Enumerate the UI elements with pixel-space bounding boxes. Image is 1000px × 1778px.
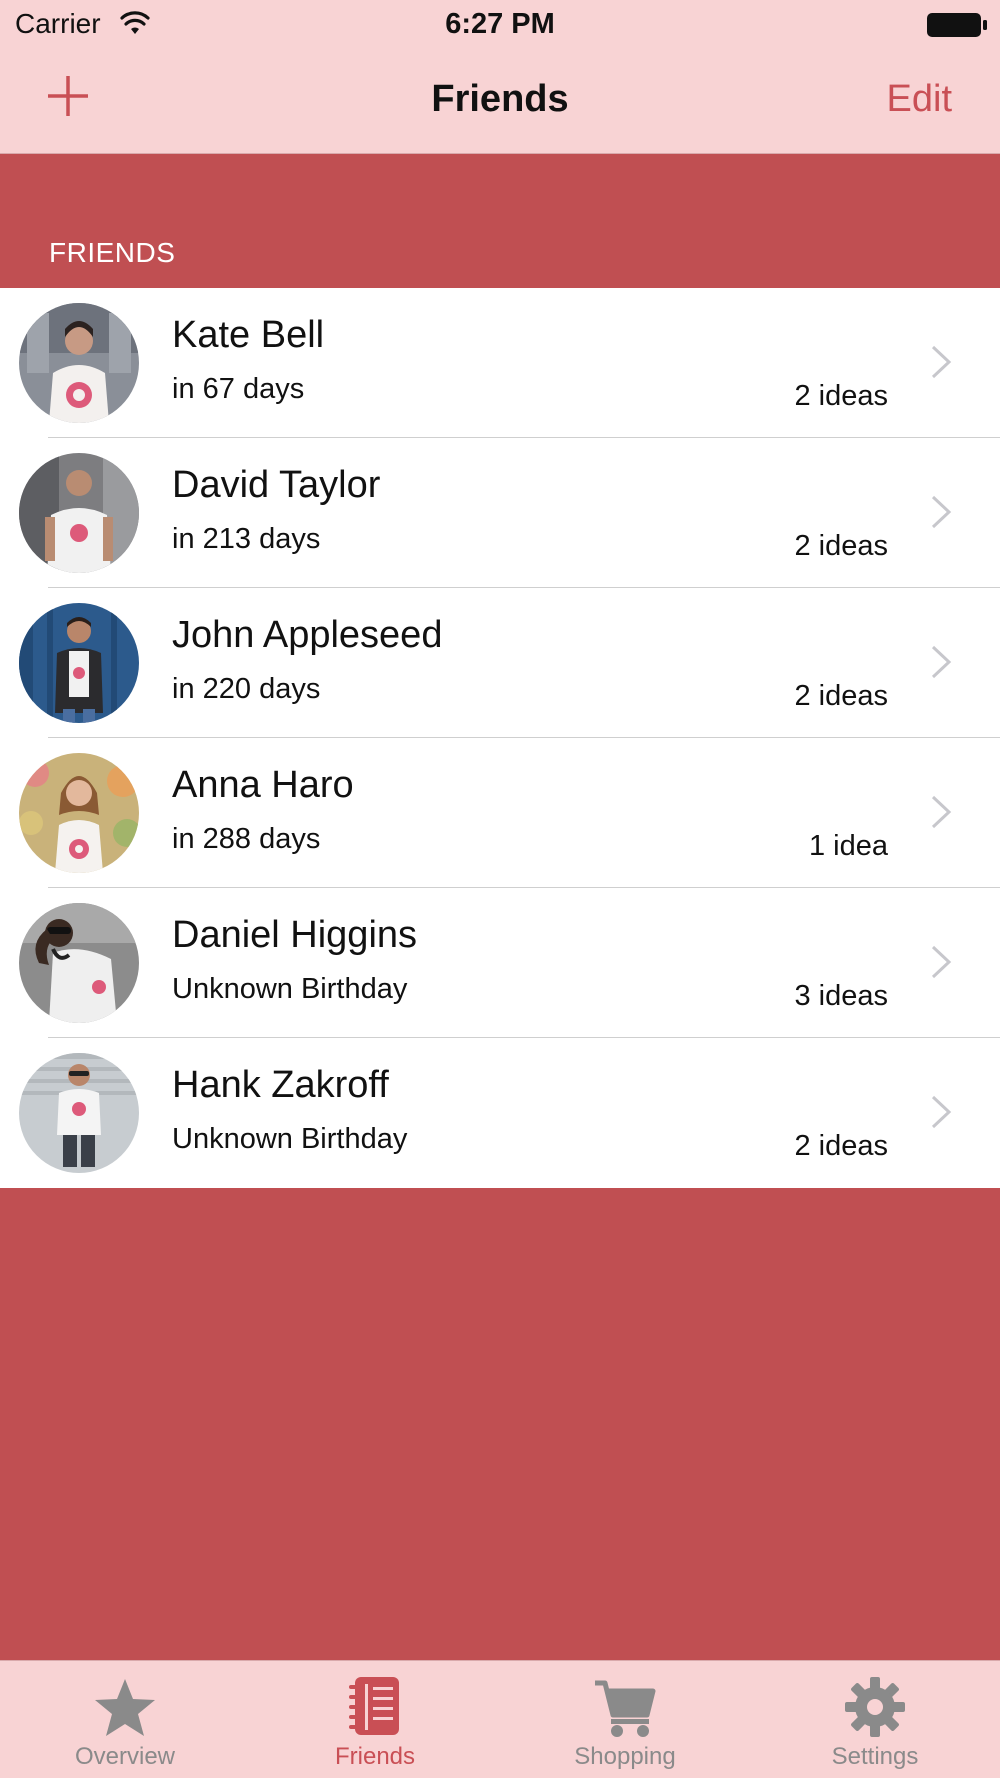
tab-bar: Overview Friends Shopping Settings: [0, 1660, 1000, 1778]
avatar: [19, 1053, 139, 1173]
tab-settings[interactable]: Settings: [750, 1661, 1000, 1778]
cart-icon: [595, 1680, 656, 1737]
avatar: [19, 753, 139, 873]
gear-icon: [845, 1677, 905, 1737]
friend-birthday: in 220 days: [172, 673, 321, 705]
friend-row[interactable]: David Taylor in 213 days 2 ideas: [0, 438, 1000, 588]
friend-birthday: in 67 days: [172, 373, 305, 405]
avatar: [19, 303, 139, 423]
status-time: 6:27 PM: [445, 8, 555, 40]
friend-birthday: in 213 days: [172, 523, 321, 555]
chevron-right-icon: [931, 1095, 952, 1129]
friend-name: John Appleseed: [172, 614, 443, 656]
friend-birthday: in 288 days: [172, 823, 321, 855]
tab-shopping[interactable]: Shopping: [500, 1661, 750, 1778]
star-icon: [95, 1679, 155, 1736]
friend-name: Daniel Higgins: [172, 914, 418, 956]
friends-list: Kate Bell in 67 days 2 ideas David Taylo…: [0, 288, 1000, 1188]
friend-birthday: Unknown Birthday: [172, 973, 408, 1005]
friend-name: Kate Bell: [172, 314, 325, 356]
friend-row[interactable]: Hank Zakroff Unknown Birthday 2 ideas: [0, 1038, 1000, 1188]
friend-name: Hank Zakroff: [172, 1064, 389, 1106]
friend-row[interactable]: Kate Bell in 67 days 2 ideas: [0, 288, 1000, 438]
notebook-icon: [349, 1677, 399, 1735]
battery-icon: [927, 13, 987, 37]
section-header-label: FRIENDS: [49, 237, 176, 268]
edit-button[interactable]: Edit: [887, 78, 952, 121]
tab-label: Friends: [334, 1743, 416, 1770]
tab-label: Shopping: [574, 1743, 676, 1770]
friend-ideas-count: 2 ideas: [794, 680, 888, 712]
friend-ideas-count: 2 ideas: [794, 380, 888, 412]
status-bar: Carrier 6:27 PM: [0, 0, 1000, 50]
tab-overview[interactable]: Overview: [0, 1661, 250, 1778]
friend-row[interactable]: Anna Haro in 288 days 1 idea: [0, 738, 1000, 888]
friend-row[interactable]: John Appleseed in 220 days 2 ideas: [0, 588, 1000, 738]
friend-ideas-count: 2 ideas: [794, 1130, 888, 1162]
avatar: [19, 603, 139, 723]
friend-ideas-count: 2 ideas: [794, 530, 888, 562]
top-bar: Carrier 6:27 PM Friends Edit: [0, 0, 1000, 154]
friend-birthday: Unknown Birthday: [172, 1123, 408, 1155]
friends-screen: Carrier 6:27 PM Friends Edit FRIENDS Kat…: [0, 0, 1000, 1778]
friend-ideas-count: 1 idea: [808, 830, 888, 862]
chevron-right-icon: [931, 645, 952, 679]
navigation-bar: Friends Edit: [0, 50, 1000, 154]
chevron-right-icon: [931, 795, 952, 829]
tab-friends[interactable]: Friends: [250, 1661, 500, 1778]
chevron-right-icon: [931, 345, 952, 379]
chevron-right-icon: [931, 495, 952, 529]
friend-name: Anna Haro: [172, 764, 354, 806]
friend-ideas-count: 3 ideas: [794, 980, 888, 1012]
friend-name: David Taylor: [172, 464, 381, 506]
page-title: Friends: [431, 78, 569, 120]
tab-label: Settings: [831, 1743, 919, 1770]
friend-row[interactable]: Daniel Higgins Unknown Birthday 3 ideas: [0, 888, 1000, 1038]
avatar: [19, 903, 139, 1023]
avatar: [19, 453, 139, 573]
tab-label: Overview: [74, 1743, 176, 1770]
section-header: FRIENDS: [0, 155, 1000, 288]
chevron-right-icon: [931, 945, 952, 979]
